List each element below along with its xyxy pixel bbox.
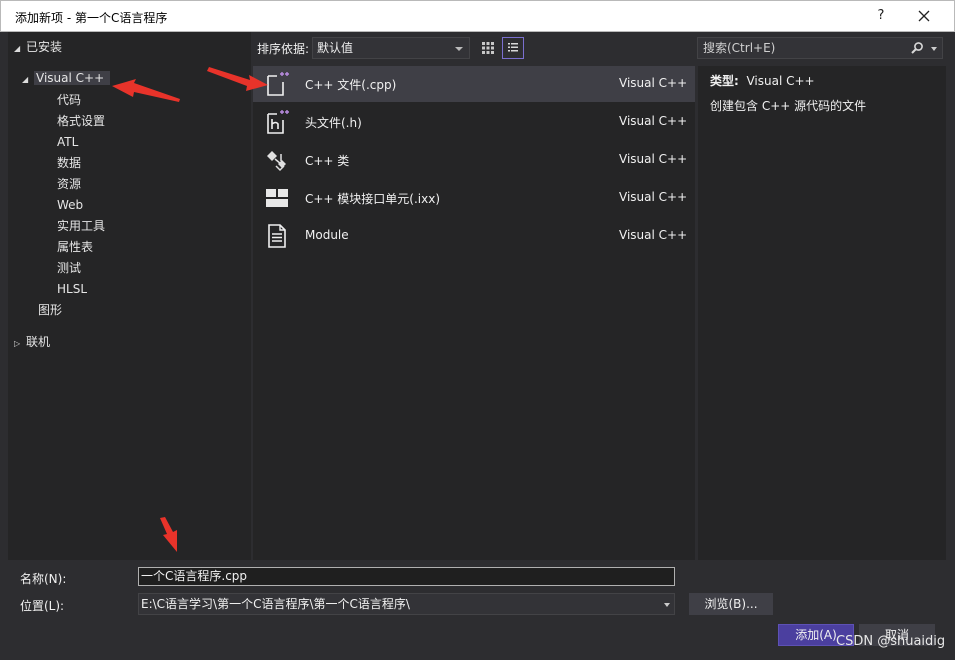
chevron-down-icon (455, 47, 463, 51)
title-bar: 添加新项 - 第一个C语言程序 ? (0, 0, 955, 32)
name-label: 名称(N): (20, 572, 67, 586)
category-tree[interactable]: ◢ 已安装 ◢ Visual C++ 代码 格式设置 ATL 数据 资源 Web 实… (8, 32, 251, 560)
sort-label: 排序依据: (257, 42, 310, 56)
template-type: Visual C++ (619, 114, 688, 128)
help-button[interactable]: ? (867, 5, 895, 27)
tree-node-utility[interactable]: 实用工具 (57, 216, 105, 236)
sort-dropdown[interactable]: 默认值 (312, 37, 470, 59)
tree-node-formatting[interactable]: 格式设置 (57, 111, 105, 131)
grid-view-button[interactable] (478, 38, 498, 58)
tree-node-online[interactable]: ▷ 联机 (14, 332, 50, 352)
browse-button[interactable]: 浏览(B)... (689, 593, 773, 615)
template-name: Module (305, 228, 349, 242)
window-title: 添加新项 - 第一个C语言程序 (15, 11, 168, 25)
location-label: 位置(L): (20, 599, 65, 613)
file-name-input[interactable]: 一个C语言程序.cpp (138, 567, 675, 586)
details-pane: 类型: Visual C++ 创建包含 C++ 源代码的文件 (698, 66, 946, 560)
watermark-text: CSDN @shuaidig (836, 634, 946, 649)
expanded-arrow-icon: ◢ (14, 44, 21, 53)
collapsed-arrow-icon: ▷ (14, 339, 21, 348)
tree-node-hlsl[interactable]: HLSL (57, 279, 87, 299)
template-type: Visual C++ (619, 152, 688, 166)
type-value: Visual C++ (746, 74, 815, 88)
list-item[interactable]: C++ 文件(.cpp) Visual C++ (253, 66, 695, 102)
tree-node-atl[interactable]: ATL (57, 132, 78, 152)
chevron-down-icon (931, 47, 937, 51)
close-icon (918, 10, 930, 22)
sort-value: 默认值 (317, 41, 354, 55)
tree-node-graphics[interactable]: 图形 (38, 300, 62, 320)
tree-node-test[interactable]: 测试 (57, 258, 81, 278)
template-list[interactable]: C++ 文件(.cpp) Visual C++ 头文件(.h) Visual C… (253, 66, 695, 560)
template-name: C++ 类 (305, 154, 350, 168)
template-type-info: 类型: Visual C++ (710, 72, 815, 89)
tree-node-web[interactable]: Web (57, 195, 83, 215)
template-name: C++ 模块接口单元(.ixx) (305, 192, 441, 206)
tree-label: 已安装 (26, 40, 63, 54)
search-input[interactable]: 搜索(Ctrl+E) (697, 37, 943, 59)
tree-node-visual-cpp[interactable]: ◢ Visual C++ (22, 68, 111, 88)
type-label: 类型: (710, 74, 739, 88)
list-item[interactable]: C++ 类 Visual C++ (253, 142, 695, 178)
search-icon (910, 41, 924, 61)
list-item[interactable]: C++ 模块接口单元(.ixx) Visual C++ (253, 180, 695, 216)
template-name: 头文件(.h) (305, 116, 362, 130)
location-combobox[interactable]: E:\C语言学习\第一个C语言程序\第一个C语言程序\ (138, 593, 675, 615)
list-view-icon (508, 43, 518, 52)
grid-view-icon (482, 42, 494, 54)
module-document-icon (263, 222, 291, 250)
list-item[interactable]: 头文件(.h) Visual C++ (253, 104, 695, 140)
list-item[interactable]: Module Visual C++ (253, 218, 695, 254)
add-new-item-dialog: ◢ 已安装 ◢ Visual C++ 代码 格式设置 ATL 数据 资源 Web 实… (8, 32, 950, 652)
template-description: 创建包含 C++ 源代码的文件 (710, 99, 867, 113)
chevron-down-icon (664, 603, 670, 607)
tree-node-installed[interactable]: ◢ 已安装 (14, 37, 62, 57)
tree-node-resource[interactable]: 资源 (57, 174, 81, 194)
template-name: C++ 文件(.cpp) (305, 78, 397, 92)
template-type: Visual C++ (619, 228, 688, 242)
template-type: Visual C++ (619, 190, 688, 204)
module-interface-icon (263, 184, 291, 212)
tree-node-property-sheets[interactable]: 属性表 (57, 237, 93, 257)
tree-label: 联机 (26, 335, 51, 349)
location-value: E:\C语言学习\第一个C语言程序\第一个C语言程序\ (141, 597, 410, 611)
header-file-icon (263, 108, 291, 136)
template-type: Visual C++ (619, 76, 688, 90)
class-icon (263, 146, 291, 174)
list-view-button[interactable] (502, 37, 524, 59)
cpp-file-icon (263, 70, 291, 98)
tree-node-code[interactable]: 代码 (57, 90, 81, 110)
expanded-arrow-icon: ◢ (22, 75, 29, 84)
tree-node-data[interactable]: 数据 (57, 153, 81, 173)
close-button[interactable] (909, 4, 939, 28)
tree-label-selected: Visual C++ (34, 71, 111, 85)
search-placeholder: 搜索(Ctrl+E) (703, 41, 776, 55)
